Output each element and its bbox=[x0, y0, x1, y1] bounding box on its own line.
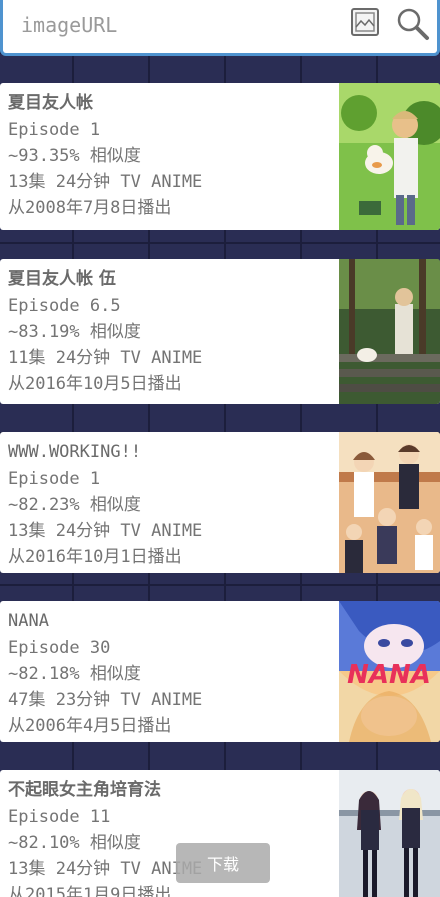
anime-title: 夏目友人帐 bbox=[8, 93, 93, 113]
download-button[interactable]: 下载 bbox=[176, 843, 270, 883]
aired-label: 从2015年1月9日播出 bbox=[8, 885, 172, 897]
search-bar bbox=[0, 0, 440, 56]
search-icon bbox=[397, 8, 429, 40]
similarity-label: ~82.18% 相似度 bbox=[8, 664, 141, 684]
result-card[interactable]: 夏目友人帐 Episode 1 ~93.35% 相似度 13集 24分钟 TV … bbox=[0, 83, 440, 230]
result-thumbnail: NANA bbox=[339, 601, 440, 742]
similarity-label: ~83.19% 相似度 bbox=[8, 322, 141, 342]
result-card[interactable]: WWW.WORKING!! Episode 1 ~82.23% 相似度 13集 … bbox=[0, 432, 440, 573]
anime-title: NANA bbox=[8, 611, 49, 631]
image-icon bbox=[351, 8, 379, 36]
episode-label: Episode 30 bbox=[8, 638, 111, 658]
episode-label: Episode 6.5 bbox=[8, 296, 121, 316]
image-picker-button[interactable] bbox=[347, 4, 383, 40]
aired-label: 从2016年10月1日播出 bbox=[8, 547, 182, 567]
result-card[interactable]: 夏目友人帐 伍 Episode 6.5 ~83.19% 相似度 11集 24分钟… bbox=[0, 259, 440, 404]
result-card[interactable]: NANA Episode 30 ~82.18% 相似度 47集 23分钟 TV … bbox=[0, 601, 440, 742]
anime-title: 夏目友人帐 伍 bbox=[8, 269, 116, 289]
result-text: WWW.WORKING!! Episode 1 ~82.23% 相似度 13集 … bbox=[8, 438, 330, 570]
aired-label: 从2006年4月5日播出 bbox=[8, 716, 172, 736]
result-text: NANA Episode 30 ~82.18% 相似度 47集 23分钟 TV … bbox=[8, 607, 330, 739]
result-text: 夏目友人帐 伍 Episode 6.5 ~83.19% 相似度 11集 24分钟… bbox=[8, 265, 330, 397]
info-label: 13集 24分钟 TV ANIME bbox=[8, 521, 203, 541]
info-label: 13集 24分钟 TV ANIME bbox=[8, 172, 203, 192]
info-label: 47集 23分钟 TV ANIME bbox=[8, 690, 203, 710]
similarity-label: ~82.10% 相似度 bbox=[8, 833, 141, 853]
result-thumbnail bbox=[339, 432, 440, 573]
result-text: 夏目友人帐 Episode 1 ~93.35% 相似度 13集 24分钟 TV … bbox=[8, 89, 330, 221]
info-label: 13集 24分钟 TV ANIME bbox=[8, 859, 203, 879]
result-thumbnail bbox=[339, 770, 440, 897]
episode-label: Episode 1 bbox=[8, 120, 101, 140]
similarity-label: ~93.35% 相似度 bbox=[8, 146, 141, 166]
search-button[interactable] bbox=[393, 4, 433, 44]
episode-label: Episode 11 bbox=[8, 807, 111, 827]
anime-title: WWW.WORKING!! bbox=[8, 442, 142, 462]
similarity-label: ~82.23% 相似度 bbox=[8, 495, 141, 515]
result-thumbnail bbox=[339, 83, 440, 230]
thumbnail-logo: NANA bbox=[347, 660, 431, 690]
aired-label: 从2016年10月5日播出 bbox=[8, 374, 182, 394]
image-url-input[interactable] bbox=[21, 8, 321, 42]
result-text: 不起眼女主角培育法 Episode 11 ~82.10% 相似度 13集 24分… bbox=[8, 776, 330, 897]
result-thumbnail bbox=[339, 259, 440, 404]
info-label: 11集 24分钟 TV ANIME bbox=[8, 348, 203, 368]
aired-label: 从2008年7月8日播出 bbox=[8, 198, 172, 218]
episode-label: Episode 1 bbox=[8, 469, 101, 489]
anime-title: 不起眼女主角培育法 bbox=[8, 780, 161, 800]
